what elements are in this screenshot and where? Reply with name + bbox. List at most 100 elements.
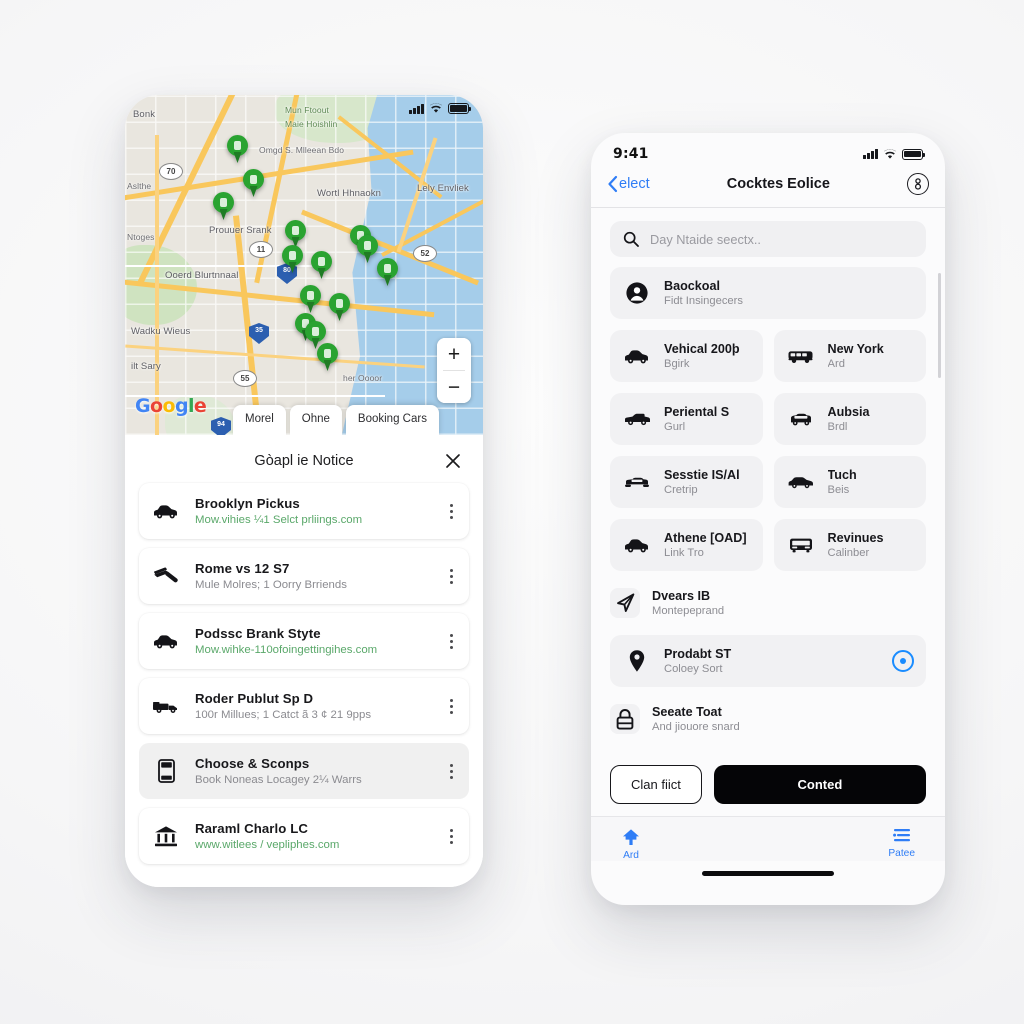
map-chip-2[interactable]: Booking Cars [345, 405, 439, 435]
zoom-in-button[interactable]: + [437, 338, 471, 370]
results-list: Brooklyn Pickus Mow.vihies ¼1 Selct prlii… [139, 483, 469, 864]
list-item[interactable]: Roder Publut Sp D 100r Millues; 1 Catct ã… [139, 678, 469, 734]
options-row: Prodabt ST Coloey Sort [610, 635, 926, 687]
option-card[interactable]: Sesstie IS/Al Cretrip [610, 456, 763, 508]
option-title: Revinues [827, 531, 884, 545]
highway-oval-icon: 11 [249, 241, 273, 258]
chevron-left-icon [608, 175, 618, 193]
van-icon [786, 341, 816, 371]
map-label: Maie Hoishlin [285, 119, 338, 129]
option-card[interactable]: Dvears IB Montepeprand [610, 582, 926, 624]
map-label: Wortl Hhnaokn [317, 188, 381, 199]
map-pin[interactable] [300, 285, 321, 313]
map-pin[interactable] [243, 169, 264, 197]
option-card[interactable]: Baockoal Fidt Insingecers [610, 267, 926, 319]
options-row: Vehical 200þ Bgirk New York Ard [610, 330, 926, 382]
wifi-icon [883, 148, 897, 159]
kebab-menu-icon[interactable] [443, 568, 459, 584]
action-buttons: Clan fiict Conted [591, 751, 945, 814]
option-card[interactable]: Aubsia Brdl [773, 393, 926, 445]
option-card[interactable]: Athene [OAD] Link Tro [610, 519, 763, 571]
cellular-bars-icon [863, 149, 878, 159]
option-card[interactable]: Revinues Calinber [773, 519, 926, 571]
option-title: Baockoal [664, 279, 720, 293]
status-bar: 9:41 [591, 133, 945, 166]
map-pin[interactable] [227, 135, 248, 163]
close-icon[interactable] [443, 450, 465, 472]
map-filter-chips[interactable]: Morel Ohne Booking Cars [233, 405, 439, 435]
left-phone-mockup: Bonk Mun Ftoout Maie Hoishlin Omgd S. Ml… [125, 95, 483, 887]
highway-oval-icon: 70 [159, 163, 183, 180]
list-item-title: Podssc Brank Styte [195, 626, 321, 641]
option-subtitle: Coloey Sort [664, 663, 723, 675]
list-item-title: Rome vs 12 S7 [195, 561, 290, 576]
map-label: Omgd S. Mlleean Bdo [259, 145, 345, 155]
back-button[interactable]: elect [607, 175, 650, 193]
bus-icon [786, 530, 816, 560]
map-label: Lely Envliek [417, 183, 469, 194]
map-pin[interactable] [377, 258, 398, 286]
map-chip-1[interactable]: Ohne [289, 405, 342, 435]
list-item[interactable]: Podssc Brank Styte Mow.wihke-110ofoingett… [139, 613, 469, 669]
suv-icon [786, 404, 816, 434]
map-pin[interactable] [357, 235, 378, 263]
option-card[interactable]: Prodabt ST Coloey Sort [610, 635, 926, 687]
kebab-menu-icon[interactable] [443, 503, 459, 519]
highway-oval-icon: 52 [413, 245, 437, 262]
navigation-bar: elect Cocktes Eolice [591, 166, 945, 208]
option-card[interactable]: Vehical 200þ Bgirk [610, 330, 763, 382]
confirm-button[interactable]: Conted [713, 765, 926, 804]
option-title: Periental S [664, 405, 730, 419]
option-subtitle: And jiouore snard [652, 721, 740, 733]
option-subtitle: Gurl [664, 421, 686, 433]
tab-home[interactable]: Ard [621, 827, 641, 861]
highway-oval-icon: 55 [233, 370, 257, 387]
page-title: Cocktes Eolice [726, 176, 830, 192]
option-title: Aubsia [827, 405, 870, 419]
list-item[interactable]: Choose & Sconps Book Noneas Locagey 2¼ Wa… [139, 743, 469, 799]
list-item[interactable]: Brooklyn Pickus Mow.vihies ¼1 Selct prlii… [139, 483, 469, 539]
map-pin[interactable] [213, 192, 234, 220]
option-title: New York [827, 342, 884, 356]
map-label: ilt Sary [131, 361, 161, 372]
map-view[interactable]: Bonk Mun Ftoout Maie Hoishlin Omgd S. Ml… [125, 95, 483, 435]
car-front-icon [622, 467, 652, 497]
kebab-menu-icon[interactable] [443, 828, 459, 844]
option-card[interactable]: Seeate Toat And jiouore snard [610, 698, 926, 740]
map-pin[interactable] [311, 251, 332, 279]
search-bar[interactable] [610, 221, 926, 257]
map-zoom-controls[interactable]: + − [437, 338, 471, 403]
search-icon [623, 231, 639, 247]
map-label: her Oooor [343, 373, 383, 383]
kebab-menu-icon[interactable] [443, 698, 459, 714]
list-item-subtitle: Mow.wihke-110ofoingettingihes.com [195, 644, 378, 656]
send-icon [610, 588, 640, 618]
map-pin[interactable] [317, 343, 338, 371]
map-pin[interactable] [329, 293, 350, 321]
scrollbar-thumb[interactable] [938, 273, 941, 378]
option-subtitle: Fidt Insingecers [664, 295, 743, 307]
option-subtitle: Brdl [827, 421, 848, 433]
option-title: Prodabt ST [664, 647, 732, 661]
battery-icon [902, 148, 926, 160]
wifi-icon [429, 103, 443, 113]
car-icon [151, 503, 181, 520]
info-circle-icon[interactable] [907, 173, 929, 195]
map-pin[interactable] [285, 220, 306, 248]
map-chip-0[interactable]: Morel [233, 405, 286, 435]
option-card[interactable]: Periental S Gurl [610, 393, 763, 445]
sheet-header: Gòapl ie Notice [139, 435, 469, 483]
kebab-menu-icon[interactable] [443, 763, 459, 779]
tab-list[interactable]: Patee [888, 827, 915, 859]
cancel-button[interactable]: Clan fiict [610, 765, 702, 804]
map-label: Aslthe [127, 181, 152, 191]
selected-radio-icon[interactable] [892, 650, 914, 672]
option-card[interactable]: Tuch Beis [773, 456, 926, 508]
map-pin[interactable] [282, 245, 303, 273]
zoom-out-button[interactable]: − [437, 371, 471, 403]
list-item[interactable]: Rome vs 12 S7 Mule Molres; 1 Oorry Brrien… [139, 548, 469, 604]
list-item[interactable]: Raraml Charlo LC www.witlees / vepliphes.… [139, 808, 469, 864]
kebab-menu-icon[interactable] [443, 633, 459, 649]
option-card[interactable]: New York Ard [773, 330, 926, 382]
search-input[interactable] [650, 231, 913, 247]
